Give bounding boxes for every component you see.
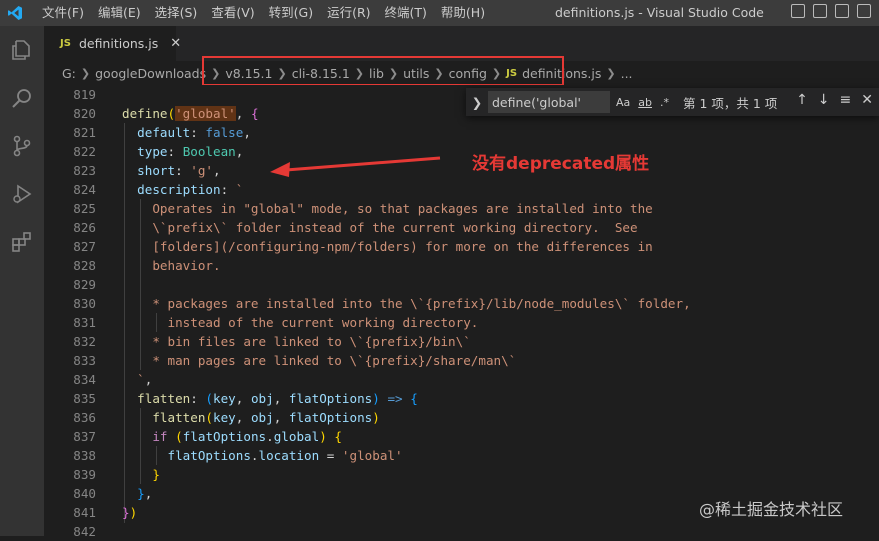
line-number: 823: [73, 163, 96, 178]
line-number: 841: [73, 505, 96, 520]
watermark: @稀土掘金技术社区: [699, 500, 844, 519]
vscode-logo-icon: [0, 0, 30, 26]
toggle-secondary-sidebar-icon[interactable]: [835, 4, 849, 18]
code-text: * packages are installed into the \`{pre…: [122, 296, 691, 311]
code-text: flatOptions.location = 'global': [167, 448, 403, 463]
layout-controls: [791, 4, 871, 18]
code-text: define('global', {: [122, 106, 259, 121]
code-text: * bin files are linked to \`{prefix}/bin…: [122, 334, 471, 349]
line-number: 820: [73, 106, 96, 121]
code-text: * man pages are linked to \`{prefix}/sha…: [122, 353, 517, 368]
close-icon[interactable]: ✕: [170, 36, 181, 51]
code-editor[interactable]: 819 820 define('global', { 821 default: f…: [44, 85, 879, 539]
menu-run[interactable]: 运行(R): [320, 0, 377, 26]
code-text: description: `: [137, 182, 244, 197]
code-text: type: Boolean,: [137, 144, 244, 159]
find-input[interactable]: define('global': [488, 91, 610, 113]
code-text: `,: [137, 372, 153, 387]
code-text: behavior.: [122, 258, 221, 273]
breadcrumb-item[interactable]: G:: [62, 66, 76, 81]
find-actions: ↑ ↓ ≡ ✕: [796, 92, 873, 108]
extensions-icon[interactable]: [10, 230, 34, 254]
breadcrumb-item[interactable]: ...: [621, 66, 633, 81]
line-number: 831: [73, 315, 96, 330]
menu-view[interactable]: 查看(V): [204, 0, 261, 26]
line-number: 832: [73, 334, 96, 349]
line-number: 826: [73, 220, 96, 235]
line-number: 840: [73, 486, 96, 501]
match-case-icon[interactable]: Aa: [616, 96, 630, 109]
code-text: }): [122, 505, 138, 520]
activity-bar: [0, 26, 44, 536]
code-text: [folders](/configuring-npm/folders) for …: [122, 239, 653, 254]
chevron-right-icon: ❯: [606, 66, 616, 80]
toggle-panel-icon[interactable]: [813, 4, 827, 18]
code-text: default: false,: [137, 125, 251, 140]
customize-layout-icon[interactable]: [857, 4, 871, 18]
menu-edit[interactable]: 编辑(E): [91, 0, 148, 26]
search-icon[interactable]: [10, 86, 34, 110]
code-text: short: 'g',: [137, 163, 221, 178]
js-file-icon: JS: [60, 38, 71, 49]
line-number: 838: [73, 448, 96, 463]
code-text: if (flatOptions.global) {: [152, 429, 342, 444]
menu-help[interactable]: 帮助(H): [434, 0, 492, 26]
tab-label: definitions.js: [78, 36, 159, 51]
find-options: Aa ab .*: [616, 96, 669, 109]
menu-file[interactable]: 文件(F): [35, 0, 91, 26]
window-title: definitions.js - Visual Studio Code: [555, 5, 764, 20]
explorer-icon[interactable]: [10, 38, 34, 62]
line-number: 821: [73, 125, 96, 140]
code-text: flatten(key, obj, flatOptions): [152, 410, 380, 425]
line-number: 833: [73, 353, 96, 368]
find-widget: ❯ define('global' Aa ab .* 第 1 项，共 1 项 ↑…: [466, 88, 879, 116]
line-number: 827: [73, 239, 96, 254]
menu-go[interactable]: 转到(G): [262, 0, 320, 26]
use-regex-icon[interactable]: .*: [660, 96, 669, 109]
match-whole-word-icon[interactable]: ab: [638, 96, 652, 109]
line-number: 830: [73, 296, 96, 311]
title-bar: 文件(F) 编辑(E) 选择(S) 查看(V) 转到(G) 运行(R) 终端(T…: [0, 0, 879, 26]
line-number: 828: [73, 258, 96, 273]
line-number: 836: [73, 410, 96, 425]
code-text: Operates in "global" mode, so that packa…: [122, 201, 653, 216]
chevron-right-icon: ❯: [80, 66, 91, 80]
source-control-icon[interactable]: [10, 134, 34, 158]
previous-match-icon[interactable]: ↑: [796, 92, 808, 108]
next-match-icon[interactable]: ↓: [818, 92, 830, 108]
annotation-arrow-icon: [270, 156, 441, 177]
code-text: \`prefix\` folder instead of the current…: [122, 220, 638, 235]
code-text: instead of the current working directory…: [122, 315, 479, 330]
code-text: }: [152, 467, 160, 482]
line-number: 824: [73, 182, 96, 197]
line-number: 837: [73, 429, 96, 444]
menu-selection[interactable]: 选择(S): [148, 0, 205, 26]
menu-bar: 文件(F) 编辑(E) 选择(S) 查看(V) 转到(G) 运行(R) 终端(T…: [35, 0, 492, 26]
line-number: 839: [73, 467, 96, 482]
line-number: 834: [73, 372, 96, 387]
tab-definitions-js[interactable]: JS definitions.js ✕: [44, 26, 181, 61]
code-text: },: [137, 486, 153, 501]
line-number: 825: [73, 201, 96, 216]
annotation-text: 没有deprecated属性: [472, 154, 650, 174]
match-count: 第 1 项，共 1 项: [683, 95, 778, 111]
line-number: 842: [73, 524, 96, 539]
find-in-selection-icon[interactable]: ≡: [840, 92, 852, 108]
line-number: 829: [73, 277, 96, 292]
toggle-sidebar-icon[interactable]: [791, 4, 805, 18]
close-icon[interactable]: ✕: [861, 92, 873, 108]
breadcrumb-highlight-box: [202, 56, 564, 86]
breadcrumb-item[interactable]: googleDownloads: [95, 66, 206, 81]
line-number: 822: [73, 144, 96, 159]
line-number: 835: [73, 391, 96, 406]
toggle-replace-icon[interactable]: ❯: [466, 95, 488, 110]
line-number: 819: [73, 87, 96, 102]
menu-terminal[interactable]: 终端(T): [378, 0, 434, 26]
run-debug-icon[interactable]: [10, 182, 34, 206]
code-text: flatten: (key, obj, flatOptions) => {: [137, 391, 418, 406]
